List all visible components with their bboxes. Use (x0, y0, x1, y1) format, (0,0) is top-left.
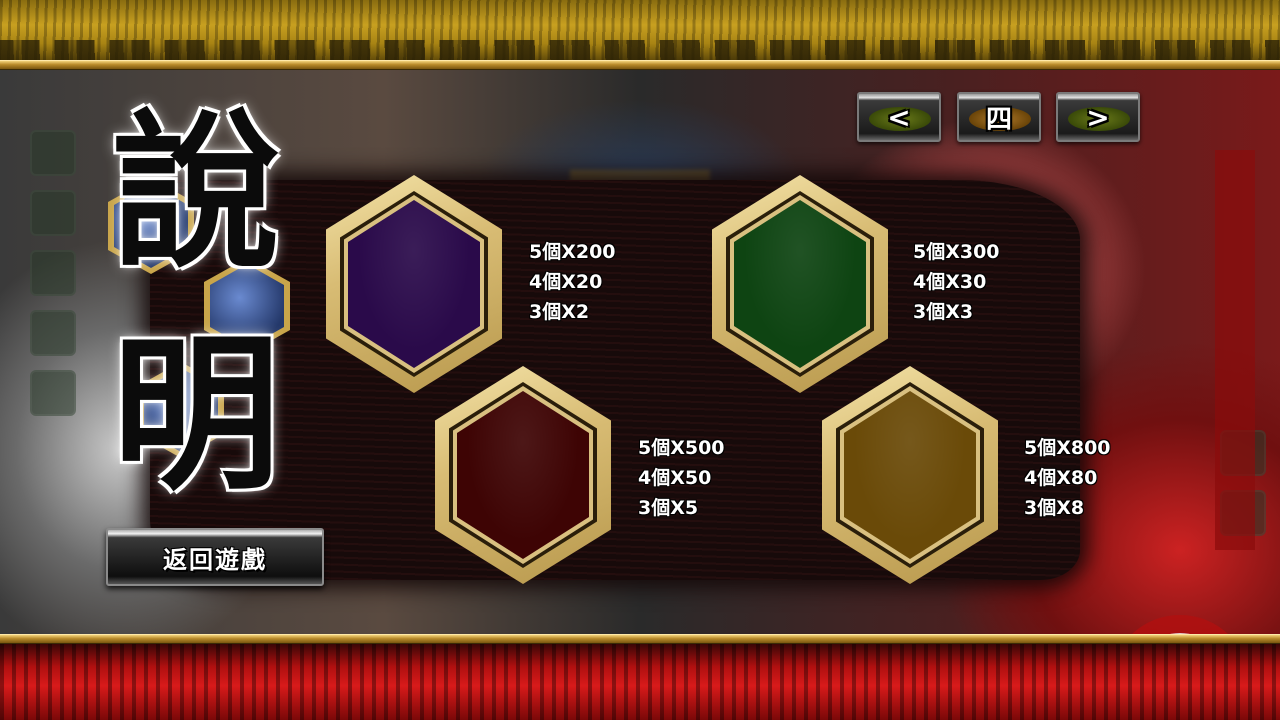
top-gold-rule (0, 60, 1280, 70)
title-char-1: 說 (112, 93, 280, 291)
bg-slot-tile (30, 310, 76, 356)
bg-slot-tile (30, 250, 76, 296)
payout-line: 4個X30 (913, 271, 987, 293)
payout-line: 4個X20 (529, 271, 603, 293)
page-number: 四 (985, 104, 1012, 135)
payout-list-brown: 5個X800 4個X80 3個X8 (1024, 433, 1154, 523)
payout-line: 5個X800 (1024, 437, 1111, 459)
bg-red-pillar (1215, 150, 1255, 550)
payout-line: 3個X2 (529, 301, 590, 323)
payout-line: 5個X500 (638, 437, 725, 459)
payout-line: 3個X5 (638, 497, 699, 519)
bg-slot-tile (30, 130, 76, 176)
payout-line: 5個X300 (913, 241, 1000, 263)
bg-slot-tile (30, 190, 76, 236)
bottom-red-band (0, 644, 1280, 720)
back-to-game-label: 返回遊戲 (163, 544, 267, 574)
chevron-left-icon: < (887, 100, 911, 134)
back-to-game-button[interactable]: 返回遊戲 (106, 528, 324, 586)
next-page-button[interactable]: > (1056, 92, 1140, 142)
page-title: 說 明 (96, 108, 296, 498)
payout-list-red: 5個X500 4個X50 3個X5 (638, 433, 768, 523)
payout-list-purple: 5個X200 4個X20 3個X2 (529, 237, 659, 327)
title-char-2: 明 (112, 315, 280, 513)
payout-line: 3個X8 (1024, 497, 1085, 519)
payout-list-green: 5個X300 4個X30 3個X3 (913, 237, 1043, 327)
chevron-right-icon: > (1086, 100, 1110, 134)
prev-page-button[interactable]: < (857, 92, 941, 142)
payout-line: 4個X80 (1024, 467, 1098, 489)
payout-line: 3個X3 (913, 301, 974, 323)
page-indicator: 四 (957, 92, 1041, 142)
bg-slot-tile (30, 370, 76, 416)
payout-line: 4個X50 (638, 467, 712, 489)
top-gold-band (0, 0, 1280, 62)
payout-line: 5個X200 (529, 241, 616, 263)
bottom-gold-rule (0, 634, 1280, 644)
